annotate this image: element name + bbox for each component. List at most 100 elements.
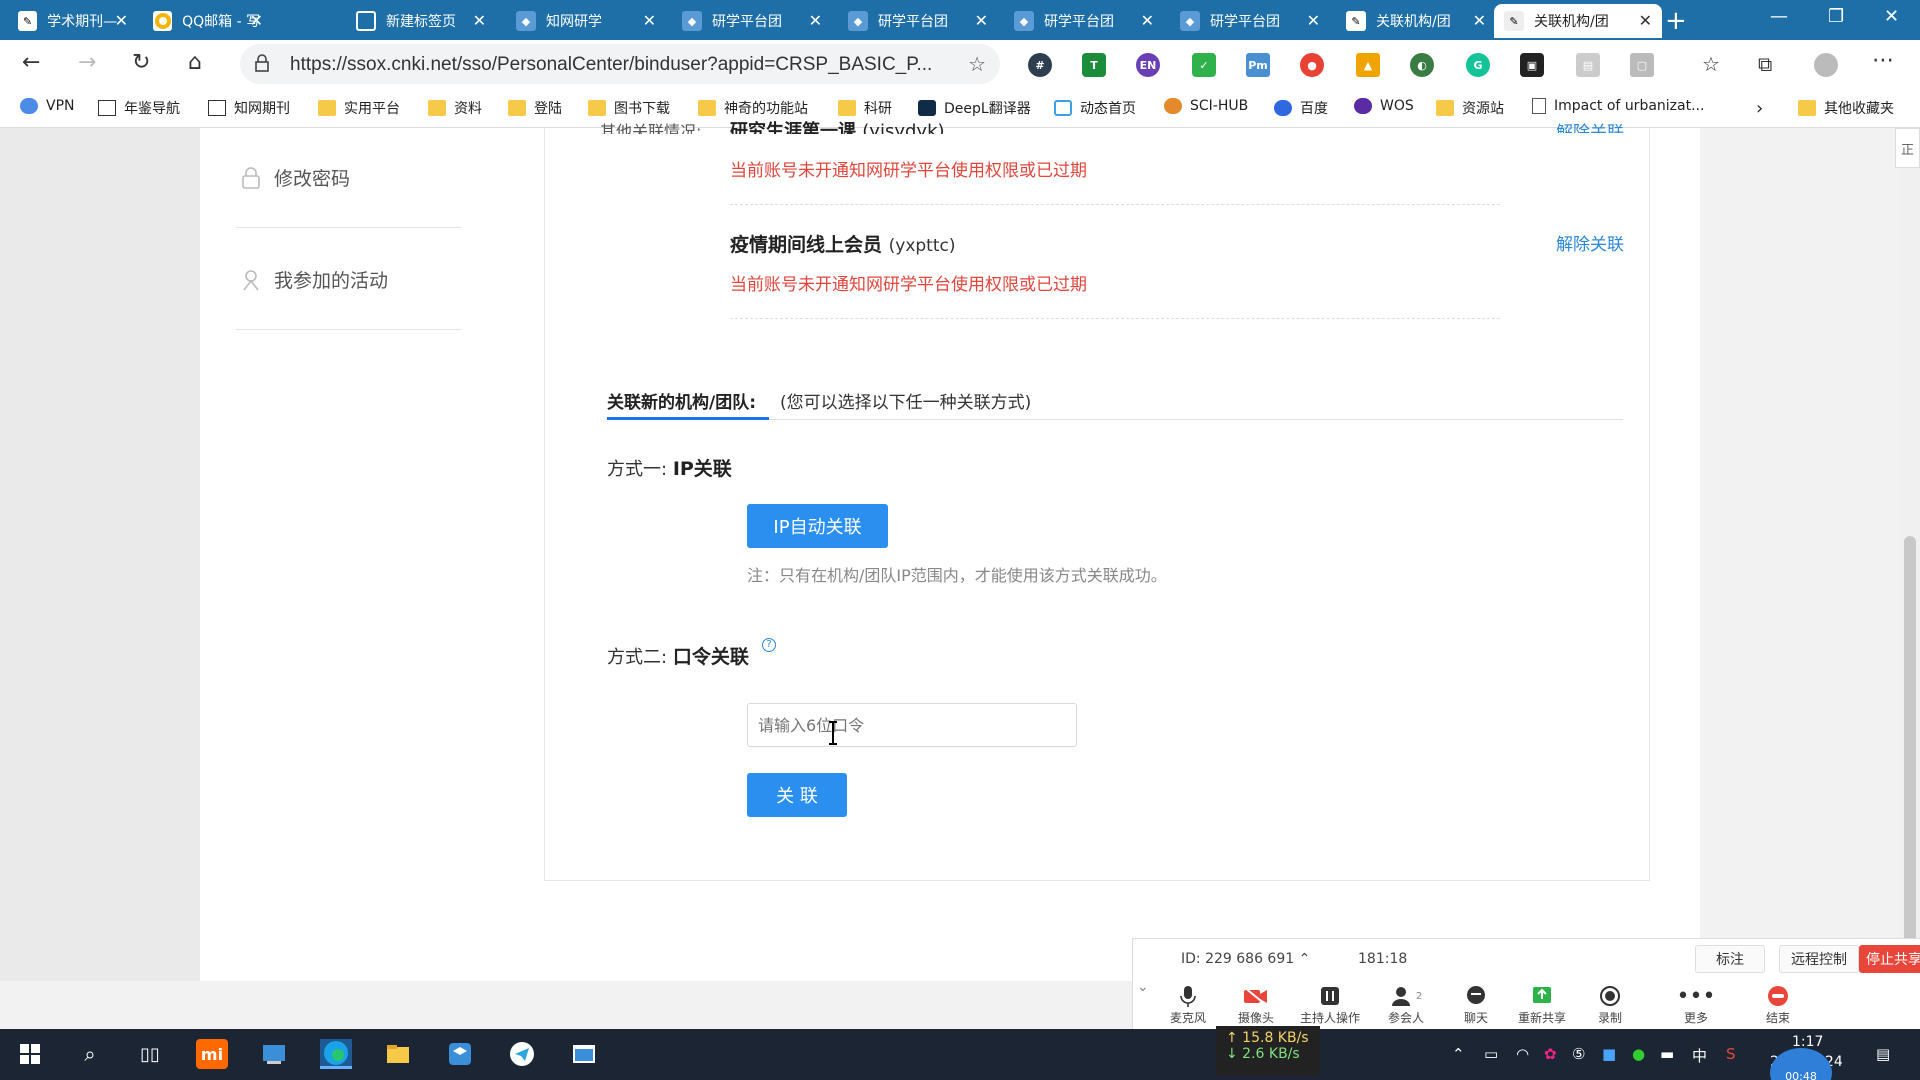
edge-icon[interactable] — [320, 1039, 352, 1069]
reader-extension-icon[interactable]: ▤ — [1576, 53, 1600, 77]
forward-icon[interactable]: → — [78, 50, 96, 75]
bookmark-item[interactable]: SCI-HUB — [1164, 98, 1248, 114]
tray-flower-icon[interactable]: ✿ — [1544, 1045, 1557, 1063]
close-icon[interactable]: ✕ — [115, 11, 128, 30]
yanxue-app-icon[interactable] — [444, 1039, 476, 1069]
bookmark-item[interactable]: DeepL翻译器 — [918, 98, 1031, 118]
person-extension-icon[interactable]: ▲ — [1356, 53, 1380, 77]
favorite-add-icon[interactable]: ☆ — [968, 52, 986, 76]
chrome-extension-icon[interactable]: ● — [1300, 53, 1324, 77]
page-extension-icon[interactable]: ▢ — [1630, 53, 1654, 77]
hashtag-extension-icon[interactable]: # — [1028, 53, 1052, 77]
tab[interactable]: ◆ 研学平台团 ✕ — [838, 4, 998, 38]
pm-extension-icon[interactable]: Pm — [1246, 53, 1270, 77]
app-window-icon[interactable] — [568, 1039, 600, 1069]
mic-button[interactable]: 麦克风 — [1153, 983, 1223, 1026]
more-button[interactable]: ••• 更多 — [1661, 983, 1731, 1026]
sogou-icon[interactable]: S — [1726, 1045, 1736, 1063]
shield-extension-icon[interactable]: T — [1082, 53, 1106, 77]
telegram-icon[interactable] — [506, 1039, 538, 1069]
tray-device-icon[interactable]: ▭ — [1484, 1045, 1498, 1063]
bookmark-vpn[interactable]: VPN — [20, 98, 75, 114]
search-icon[interactable]: ⌕ — [74, 1039, 106, 1069]
meeting-id[interactable]: ID: 229 686 691 ⌃ — [1181, 951, 1310, 967]
app-icon[interactable] — [258, 1039, 290, 1069]
menu-dots-icon[interactable]: ⋯ — [1872, 48, 1894, 73]
close-icon[interactable]: ✕ — [975, 11, 988, 30]
back-icon[interactable]: ← — [22, 50, 40, 75]
en-extension-icon[interactable]: EN — [1136, 53, 1160, 77]
unlink-button[interactable]: 解除关联 — [1556, 118, 1624, 133]
tab[interactable]: ◆ 知网研学 ✕ — [506, 4, 666, 38]
close-icon[interactable]: ✕ — [809, 11, 822, 30]
battery-icon[interactable]: ▬ — [1660, 1045, 1674, 1063]
close-icon[interactable]: ✕ — [643, 11, 656, 30]
bookmark-folder[interactable]: 登陆 — [508, 98, 562, 118]
bookmark-item[interactable]: 知网期刊 — [208, 98, 290, 118]
chat-button[interactable]: 聊天 — [1441, 983, 1511, 1026]
camera-button[interactable]: 摄像头 — [1221, 983, 1291, 1026]
notification-icon[interactable]: ▤ — [1876, 1045, 1890, 1063]
bookmark-folder[interactable]: 资源站 — [1436, 98, 1504, 118]
adguard-extension-icon[interactable]: ✓ — [1192, 53, 1216, 77]
new-tab-button[interactable]: + — [1665, 6, 1687, 36]
scrollbar-thumb[interactable] — [1904, 536, 1916, 966]
bookmark-item[interactable]: WOS — [1354, 98, 1414, 114]
tray-number-icon[interactable]: ⑤ — [1572, 1045, 1585, 1063]
bookmark-item[interactable]: 年鉴导航 — [98, 98, 180, 118]
wifi-icon[interactable]: ◠ — [1516, 1045, 1529, 1063]
close-icon[interactable]: ✕ — [1307, 11, 1320, 30]
reshare-button[interactable]: 重新共享 — [1507, 983, 1577, 1026]
record-button[interactable]: 录制 — [1575, 983, 1645, 1026]
ime-indicator[interactable]: 中 — [1692, 1045, 1707, 1066]
grammarly-extension-icon[interactable]: G — [1466, 53, 1490, 77]
bind-code-input[interactable] — [747, 703, 1077, 747]
close-icon[interactable]: ✕ — [1639, 11, 1652, 30]
restore-icon[interactable]: ❐ — [1828, 6, 1844, 27]
remote-control-button[interactable]: 远程控制 — [1779, 945, 1859, 973]
bookmark-folder[interactable]: 实用平台 — [318, 98, 400, 118]
profile-avatar-icon[interactable] — [1814, 53, 1838, 77]
minimize-icon[interactable]: — — [1770, 6, 1788, 27]
tray-chevron-icon[interactable]: ⌃ — [1452, 1045, 1465, 1063]
wechat-icon[interactable]: ● — [1632, 1045, 1645, 1063]
help-icon[interactable]: ? — [762, 638, 776, 652]
participants-button[interactable]: 2 参会人 — [1371, 983, 1441, 1026]
tab[interactable]: ◆ 研学平台团 ✕ — [1004, 4, 1164, 38]
start-icon[interactable] — [14, 1039, 46, 1069]
close-icon[interactable]: ✕ — [473, 11, 486, 30]
bookmark-item[interactable]: 动态首页 — [1054, 98, 1136, 118]
file-explorer-icon[interactable] — [382, 1039, 414, 1069]
mi-app-icon[interactable]: mi — [196, 1039, 228, 1069]
bookmark-folder[interactable]: 图书下载 — [588, 98, 670, 118]
tray-app-icon[interactable]: ■ — [1602, 1045, 1616, 1063]
tab[interactable]: QQ邮箱 - 写 ✕ — [143, 4, 273, 38]
notification-extension-icon[interactable]: ▣ — [1520, 53, 1544, 77]
reload-icon[interactable]: ↻ — [132, 50, 150, 75]
annotate-button[interactable]: 标注 — [1695, 945, 1765, 973]
bookmark-folder[interactable]: 神奇的功能站 — [698, 98, 808, 118]
tab[interactable]: ◆ 研学平台团 ✕ — [1170, 4, 1330, 38]
ip-auto-bind-button[interactable]: IP自动关联 — [747, 504, 888, 548]
bookmarks-overflow-icon[interactable]: › — [1756, 98, 1763, 119]
bookmark-folder[interactable]: 资料 — [428, 98, 482, 118]
close-icon[interactable]: ✕ — [1141, 11, 1154, 30]
earth-extension-icon[interactable]: ◐ — [1410, 53, 1434, 77]
bookmark-folder[interactable]: 其他收藏夹 — [1798, 98, 1894, 118]
task-view-icon[interactable]: ▯▯ — [134, 1039, 166, 1069]
close-window-icon[interactable]: ✕ — [1884, 6, 1899, 27]
collections-icon[interactable]: ⧉ — [1758, 52, 1772, 76]
sidebar-item-change-password[interactable]: 修改密码 — [240, 164, 350, 191]
tab-active[interactable]: ✎ 关联机构/团 ✕ — [1494, 4, 1662, 38]
stop-share-button[interactable]: 停止共享 — [1859, 945, 1920, 973]
favorites-icon[interactable]: ☆ — [1702, 52, 1720, 76]
home-icon[interactable]: ⌂ — [188, 50, 202, 75]
address-bar[interactable]: https://ssox.cnki.net/sso/PersonalCenter… — [240, 44, 1000, 84]
tab[interactable]: ✎ 学术期刊— ✕ — [8, 4, 138, 38]
end-meeting-button[interactable]: 结束 — [1743, 983, 1813, 1026]
bind-button[interactable]: 关 联 — [747, 773, 847, 817]
host-actions-button[interactable]: 主持人操作 — [1295, 983, 1365, 1026]
bookmark-item[interactable]: Impact of urbanizat... — [1532, 98, 1704, 114]
tab[interactable]: ◆ 研学平台团 ✕ — [672, 4, 832, 38]
vertical-scrollbar[interactable] — [1900, 128, 1920, 981]
